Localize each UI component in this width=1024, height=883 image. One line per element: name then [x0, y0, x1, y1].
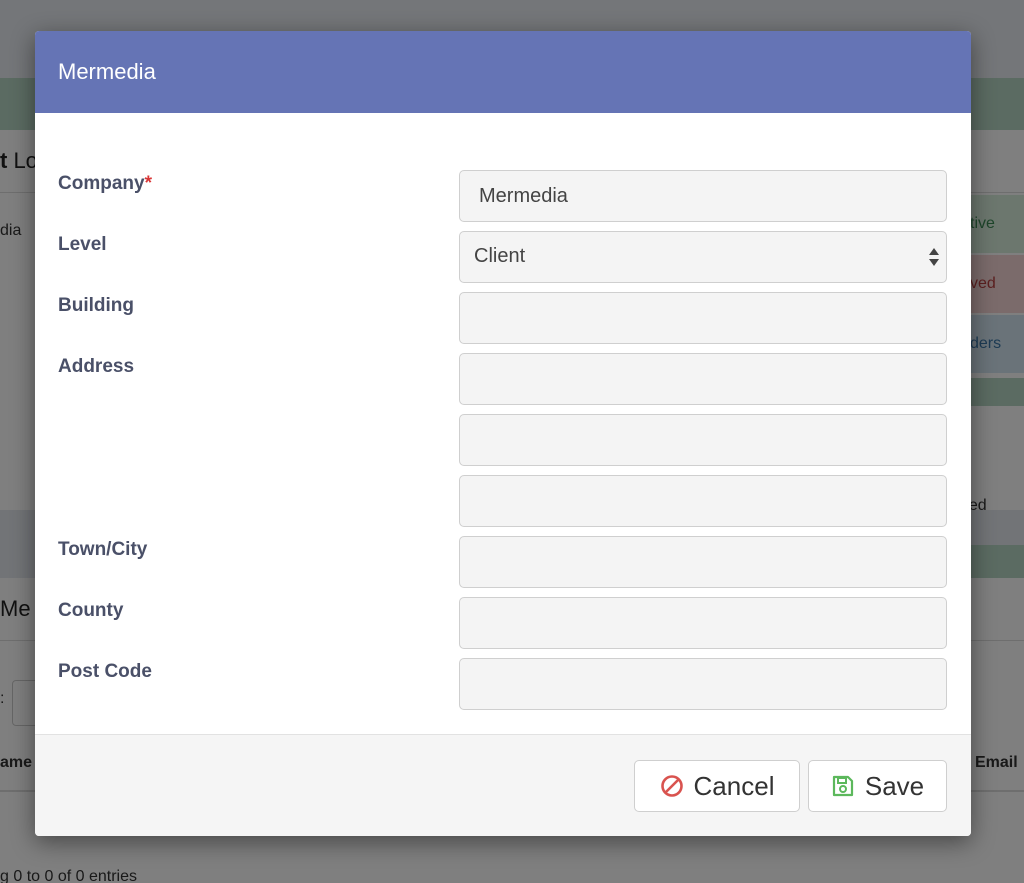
town-input[interactable] [459, 536, 947, 588]
company-input[interactable] [459, 170, 947, 222]
building-input[interactable] [459, 292, 947, 344]
postcode-label: Post Code [58, 661, 152, 682]
cancel-button-label: Cancel [693, 770, 775, 801]
county-input[interactable] [459, 597, 947, 649]
level-label: Level [58, 234, 107, 255]
save-button-label: Save [864, 770, 925, 801]
required-asterisk: * [144, 173, 152, 194]
level-select-value: Client [474, 245, 526, 267]
address-line2-input[interactable] [459, 414, 947, 466]
county-label: County [58, 600, 124, 621]
edit-company-modal: Mermedia Company* Level Client Building … [35, 31, 971, 836]
modal-header: Mermedia [35, 31, 971, 113]
address-line3-input[interactable] [459, 475, 947, 527]
select-arrows-icon [929, 248, 939, 266]
postcode-input[interactable] [459, 658, 947, 710]
save-button[interactable]: Save [808, 760, 947, 812]
building-label: Building [58, 295, 134, 316]
company-label: Company* [58, 173, 152, 194]
modal-title: Mermedia [58, 59, 156, 84]
level-select[interactable]: Client [459, 231, 947, 283]
floppy-disk-icon [832, 775, 853, 797]
address-label: Address [58, 356, 135, 377]
cancel-button[interactable]: Cancel [634, 760, 800, 812]
modal-footer: Cancel Save [35, 734, 971, 836]
address-line1-input[interactable] [459, 353, 947, 405]
ban-icon [660, 775, 683, 797]
town-label: Town/City [58, 539, 148, 560]
